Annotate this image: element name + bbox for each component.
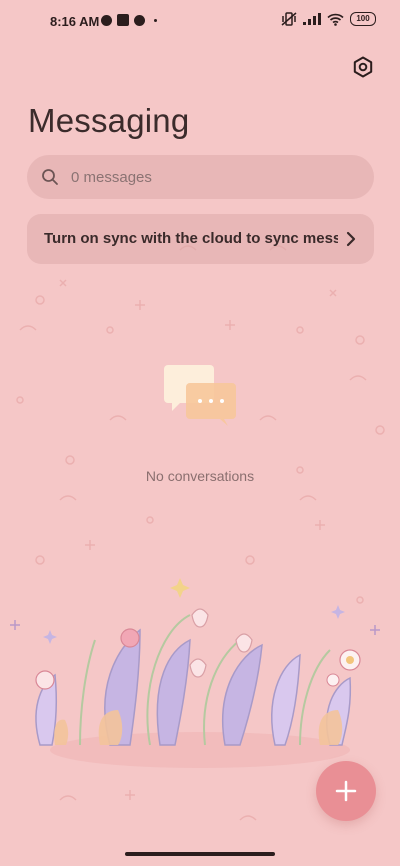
vibrate-icon	[281, 12, 297, 26]
flowers-illustration	[10, 578, 380, 768]
page-title: Messaging	[28, 102, 190, 139]
home-indicator[interactable]	[125, 852, 275, 856]
notification-app-icon	[101, 14, 112, 26]
notification-app-icon	[134, 14, 145, 26]
battery-icon: 100	[350, 12, 376, 26]
plus-icon	[335, 780, 357, 802]
notification-icons	[101, 14, 157, 26]
settings-button[interactable]	[350, 54, 376, 80]
search-input[interactable]	[69, 167, 333, 187]
system-icons: 100	[281, 12, 376, 26]
sync-banner-text: Turn on sync with the cloud to sync mess…	[44, 230, 338, 247]
status-time: 8:16 AM	[50, 14, 100, 29]
settings-hexagon-icon	[353, 56, 373, 78]
wifi-icon	[327, 13, 344, 26]
status-bar: 8:16 AM 100	[0, 0, 400, 44]
chevron-right-icon	[346, 231, 356, 247]
search-icon	[42, 169, 58, 185]
chat-bubbles-icon	[164, 365, 236, 426]
sync-banner[interactable]: Turn on sync with the cloud to sync mess…	[27, 214, 374, 264]
more-notifications-icon	[154, 18, 157, 22]
notification-app-icon	[117, 14, 129, 26]
signal-icon	[303, 13, 321, 25]
empty-state-text: No conversations	[145, 468, 255, 484]
search-bar[interactable]	[27, 155, 374, 199]
new-conversation-button[interactable]	[316, 761, 376, 821]
